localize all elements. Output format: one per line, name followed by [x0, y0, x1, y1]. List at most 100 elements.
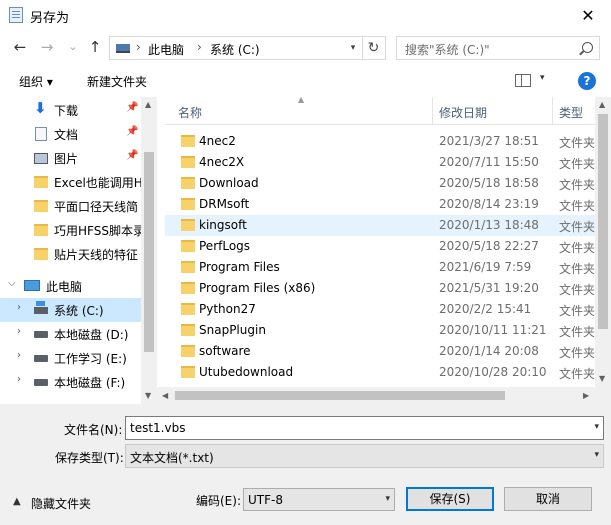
- pin-icon: 📌: [126, 150, 139, 161]
- sidebar-item-label: 下载: [54, 104, 79, 118]
- chevron-right-icon[interactable]: ›: [17, 350, 21, 361]
- file-type: 文件夹: [559, 283, 595, 297]
- scroll-down-icon[interactable]: ▼: [599, 374, 605, 383]
- scroll-down-icon[interactable]: ▼: [145, 391, 151, 400]
- table-row[interactable]: Program Files 2021/6/19 7:59 文件夹: [165, 257, 595, 278]
- refresh-icon[interactable]: ↻: [362, 36, 384, 60]
- sidebar-item-drive-e[interactable]: › 工作学习 (E:): [0, 346, 141, 370]
- scroll-up-icon[interactable]: ▲: [599, 100, 605, 109]
- save-button[interactable]: 保存(S): [406, 487, 494, 511]
- file-list-scrollbar[interactable]: ▲ ▼: [595, 97, 611, 387]
- forward-button[interactable]: →: [37, 37, 57, 57]
- sidebar-item-folder[interactable]: 巧用HFSS脚本录: [0, 218, 141, 242]
- sidebar-scrollbar[interactable]: ▲ ▼: [141, 97, 157, 404]
- column-divider[interactable]: [432, 97, 433, 125]
- chevron-right-icon[interactable]: ›: [17, 302, 21, 313]
- file-date: 2020/7/11 15:50: [439, 155, 539, 169]
- scroll-right-icon[interactable]: ▶: [583, 391, 589, 400]
- table-row[interactable]: SnapPlugin 2020/10/11 11:21 文件夹: [165, 320, 595, 341]
- back-button[interactable]: ←: [10, 37, 30, 57]
- table-row[interactable]: DRMsoft 2020/8/14 23:19 文件夹: [165, 194, 595, 215]
- chevron-up-icon[interactable]: ▲: [13, 496, 21, 507]
- pin-icon: 📌: [126, 126, 139, 137]
- chevron-right-icon[interactable]: ›: [17, 374, 21, 385]
- file-type: 文件夹: [559, 220, 595, 234]
- organize-button[interactable]: 组织 ▾: [19, 73, 53, 90]
- table-row[interactable]: Python27 2020/2/2 15:41 文件夹: [165, 299, 595, 320]
- column-header-type[interactable]: 类型: [559, 104, 583, 121]
- filename-input[interactable]: test1.vbs: [130, 421, 185, 435]
- sidebar-item-folder[interactable]: 平面口径天线简: [0, 194, 141, 218]
- file-date: 2020/5/18 22:27: [439, 239, 539, 253]
- file-type: 文件夹: [559, 178, 595, 192]
- encoding-select[interactable]: UTF-8 ▾: [243, 488, 395, 511]
- filetype-select[interactable]: 文本文档(*.txt) ▾: [125, 444, 604, 468]
- breadcrumb-separator[interactable]: ›: [136, 40, 141, 54]
- file-date: 2020/8/14 23:19: [439, 197, 539, 211]
- help-icon[interactable]: ?: [578, 72, 596, 90]
- sidebar-item-folder[interactable]: 贴片天线的特征: [0, 242, 141, 266]
- address-dropdown-button[interactable]: ▾: [345, 36, 361, 60]
- sidebar-item-documents[interactable]: 文档 📌: [0, 122, 141, 146]
- file-date: 2021/5/31 19:20: [439, 281, 539, 295]
- scroll-left-icon[interactable]: ◀: [162, 391, 168, 400]
- chevron-down-icon[interactable]: ⌵: [8, 278, 16, 289]
- folder-icon: [34, 176, 48, 188]
- sidebar-item-this-pc[interactable]: ⌵ 此电脑: [0, 274, 141, 298]
- recent-locations-button[interactable]: ⌄: [63, 37, 83, 57]
- close-button[interactable]: ✕: [565, 0, 611, 31]
- file-name: 4nec2X: [199, 155, 245, 169]
- sidebar-item-drive-f[interactable]: › 本地磁盘 (F:): [0, 370, 141, 394]
- search-input[interactable]: 搜索"系统 (C:)": [405, 41, 490, 58]
- column-header-name[interactable]: 名称: [178, 104, 202, 121]
- sidebar-item-drive-d[interactable]: › 本地磁盘 (D:): [0, 322, 141, 346]
- folder-icon: [181, 240, 195, 252]
- file-date: 2020/10/11 11:21: [439, 323, 547, 337]
- column-divider[interactable]: [552, 97, 553, 125]
- sidebar-item-downloads[interactable]: ⬇ 下载 📌: [0, 98, 141, 122]
- horizontal-scrollbar[interactable]: ◀ ▶: [157, 387, 595, 404]
- drive-icon: [34, 379, 48, 386]
- sidebar-item-label: 本地磁盘 (D:): [54, 328, 129, 342]
- file-name: PerfLogs: [199, 239, 251, 253]
- chevron-down-icon[interactable]: ▾: [385, 494, 390, 504]
- view-dropdown-icon[interactable]: ▾: [540, 73, 545, 83]
- breadcrumb-system-c[interactable]: 系统 (C:): [210, 41, 260, 58]
- new-folder-button[interactable]: 新建文件夹: [87, 73, 147, 90]
- scrollbar-thumb[interactable]: [175, 391, 505, 400]
- table-row[interactable]: 4nec2X 2020/7/11 15:50 文件夹: [165, 152, 595, 173]
- table-row[interactable]: kingsoft 2020/1/13 18:48 文件夹: [165, 215, 595, 236]
- view-options-icon[interactable]: [515, 74, 531, 87]
- table-row[interactable]: 4nec2 2021/3/27 18:51 文件夹: [165, 131, 595, 152]
- up-button[interactable]: ↑: [85, 37, 105, 57]
- folder-icon: [181, 219, 195, 231]
- table-row[interactable]: Utubedownload 2020/10/28 20:10 文件夹: [165, 362, 595, 383]
- table-row[interactable]: software 2020/1/14 20:08 文件夹: [165, 341, 595, 362]
- sidebar-item-label: Excel也能调用H: [54, 176, 141, 190]
- sidebar-item-pictures[interactable]: 图片 📌: [0, 146, 141, 170]
- title-bar: 另存为 ✕: [0, 0, 611, 31]
- sidebar-item-label: 巧用HFSS脚本录: [54, 224, 141, 238]
- sidebar-item-folder[interactable]: Excel也能调用H: [0, 170, 141, 194]
- chevron-down-icon[interactable]: ▾: [594, 422, 599, 432]
- scrollbar-thumb[interactable]: [144, 152, 154, 352]
- filename-field[interactable]: test1.vbs ▾: [125, 416, 604, 440]
- download-icon: ⬇: [34, 99, 47, 117]
- sidebar-item-label: 文档: [54, 128, 79, 142]
- table-row[interactable]: Program Files (x86) 2021/5/31 19:20 文件夹: [165, 278, 595, 299]
- breadcrumb-this-pc[interactable]: 此电脑: [148, 41, 184, 58]
- chevron-right-icon[interactable]: ›: [17, 326, 21, 337]
- scrollbar-thumb[interactable]: [598, 114, 608, 329]
- cancel-button[interactable]: 取消: [504, 487, 592, 511]
- folder-icon: [181, 135, 195, 147]
- file-date: 2021/3/27 18:51: [439, 134, 539, 148]
- breadcrumb-separator[interactable]: ›: [197, 40, 202, 54]
- column-header-date[interactable]: 修改日期: [439, 104, 487, 121]
- table-row[interactable]: Download 2020/5/18 18:58 文件夹: [165, 173, 595, 194]
- table-row[interactable]: PerfLogs 2020/5/18 22:27 文件夹: [165, 236, 595, 257]
- chevron-down-icon[interactable]: ▾: [594, 450, 599, 460]
- scroll-up-icon[interactable]: ▲: [145, 100, 151, 109]
- search-box[interactable]: 搜索"系统 (C:)": [396, 36, 600, 60]
- hide-folders-toggle[interactable]: 隐藏文件夹: [31, 495, 91, 512]
- sidebar-item-drive-c[interactable]: › 系统 (C:): [0, 298, 141, 322]
